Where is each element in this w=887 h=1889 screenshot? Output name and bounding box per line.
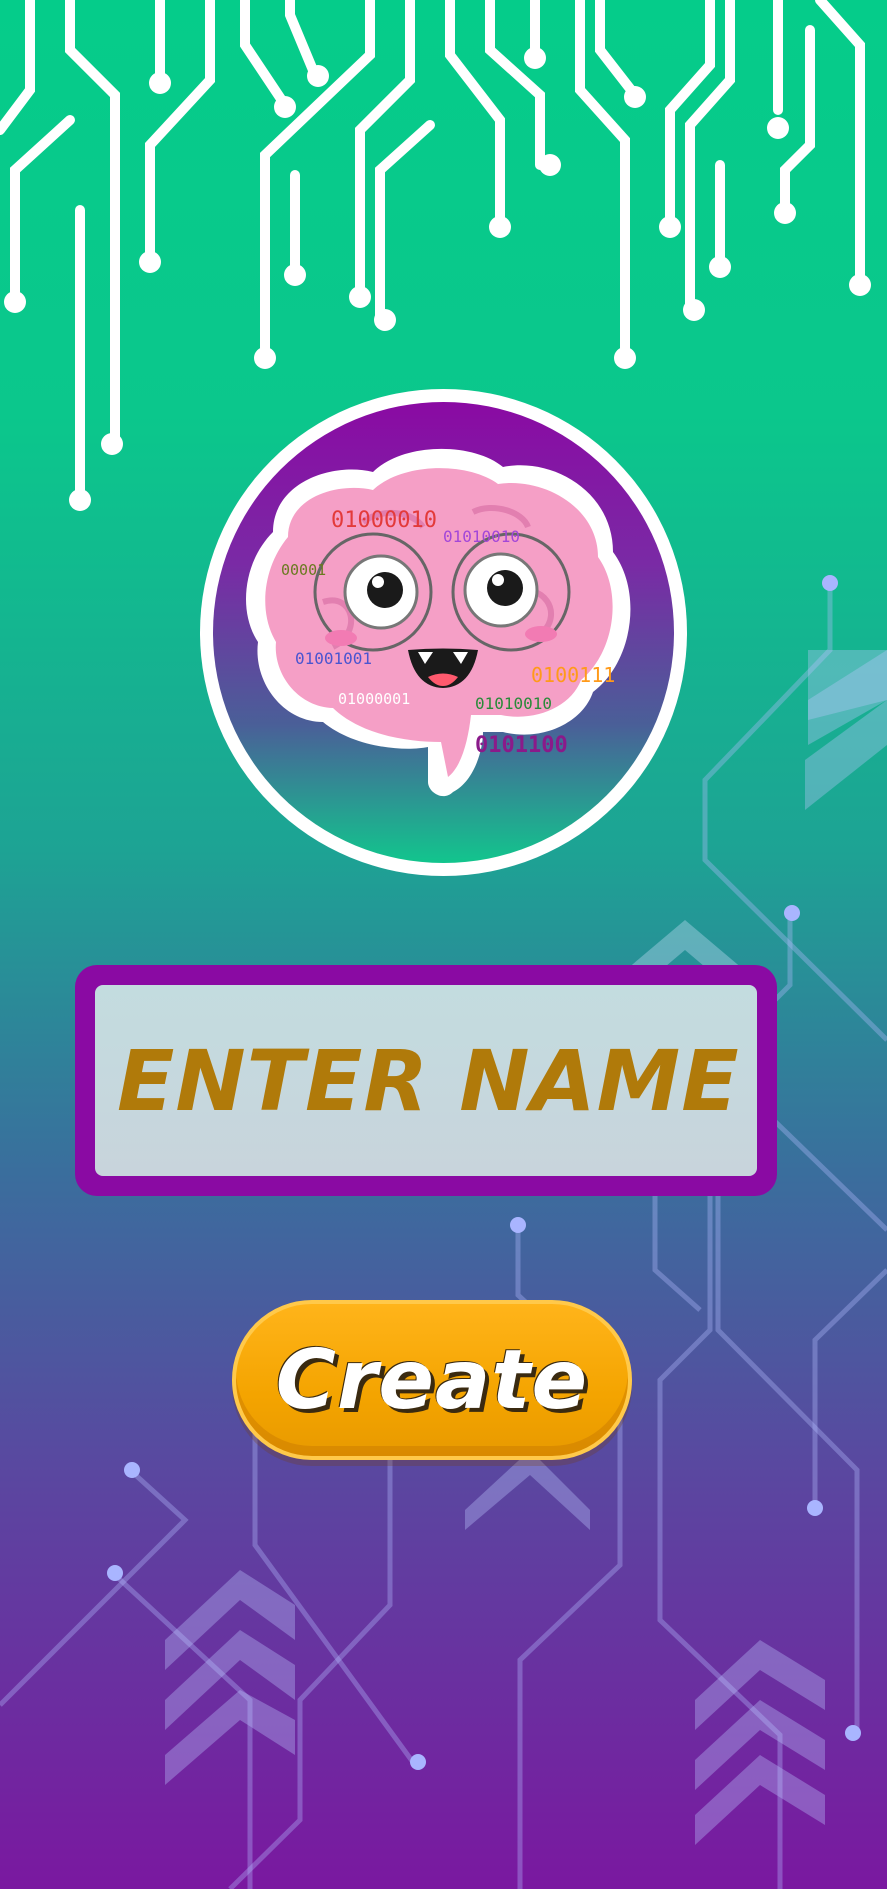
brain-icon: 01000010 01010010 00001 01001001 0100111… — [246, 448, 631, 797]
create-button-label: Create — [275, 1332, 589, 1428]
app-screen: 01000010 01010010 00001 01001001 0100111… — [0, 0, 887, 1889]
binary-text: 0100111 — [531, 663, 615, 687]
binary-text: 01000001 — [338, 690, 410, 708]
brain-logo: 01000010 01010010 00001 01001001 0100111… — [200, 389, 687, 876]
brain-logo-badge: 01000010 01010010 00001 01001001 0100111… — [213, 402, 674, 863]
binary-text: 01001001 — [295, 649, 372, 668]
binary-text: 01000010 — [331, 508, 437, 533]
name-input[interactable] — [95, 985, 757, 1176]
binary-text: 01010010 — [475, 694, 552, 713]
binary-text: 01010010 — [443, 527, 520, 546]
name-field-frame — [75, 965, 777, 1196]
binary-text: 0101100 — [475, 733, 568, 758]
circuit-background — [0, 0, 887, 1889]
binary-text: 00001 — [281, 561, 326, 579]
create-button[interactable]: Create — [232, 1300, 632, 1460]
